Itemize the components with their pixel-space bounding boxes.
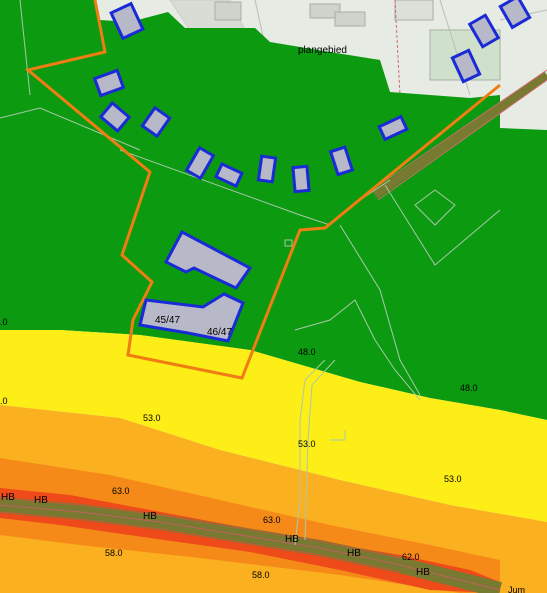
- contour-label: 48.0: [460, 383, 478, 393]
- road-label: HB: [347, 548, 361, 559]
- road-label: HB: [285, 534, 299, 545]
- road-label: HB: [34, 495, 48, 506]
- area-label: plangebied: [298, 45, 347, 56]
- contour-label: 48.0: [298, 347, 316, 357]
- edge-label: Jum: [508, 585, 525, 593]
- building-label: 46/47: [207, 327, 232, 338]
- contour-label: 53.0: [298, 439, 316, 449]
- noise-contour-map: plangebied 45/47 46/47 .0 .0 48.0 48.0 5…: [0, 0, 547, 593]
- map-canvas: plangebied 45/47 46/47 .0 .0 48.0 48.0 5…: [0, 0, 547, 593]
- contour-label: .0: [0, 317, 8, 327]
- contour-label: 63.0: [112, 486, 130, 496]
- contour-label: 58.0: [105, 548, 123, 558]
- building: [256, 154, 278, 184]
- building-label: 45/47: [155, 315, 180, 326]
- road-label: HB: [1, 492, 15, 503]
- road-label: HB: [143, 511, 157, 522]
- contour-label: 58.0: [252, 570, 270, 580]
- building: [291, 164, 311, 194]
- road-label: HB: [416, 567, 430, 578]
- contour-label: 63.0: [263, 515, 281, 525]
- contour-label: 53.0: [444, 474, 462, 484]
- contour-label: 62.0: [402, 552, 420, 562]
- contour-label: 53.0: [143, 413, 161, 423]
- contour-label: .0: [0, 396, 8, 406]
